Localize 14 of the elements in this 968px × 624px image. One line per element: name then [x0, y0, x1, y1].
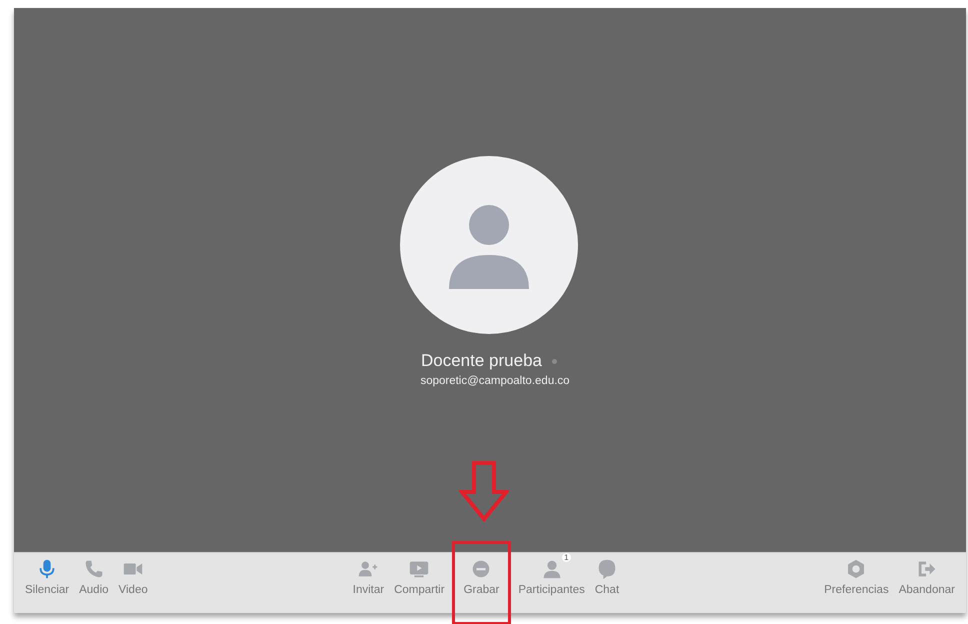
toolbar-button[interactable]: Chat	[592, 553, 622, 613]
toolbar-button[interactable]: Abandonar	[896, 553, 958, 613]
toolbar-button[interactable]: Silenciar	[22, 553, 72, 613]
count-badge: 1	[562, 553, 571, 562]
toolbar-button[interactable]: Invitar	[350, 553, 388, 613]
participant-email: soporetic@campoalto.edu.co	[420, 375, 570, 387]
toolbar-button[interactable]: 1 Participantes	[515, 553, 588, 613]
toolbar-button[interactable]: Audio	[76, 553, 112, 613]
toolbar-button[interactable]: Grabar	[452, 553, 512, 613]
toolbar-button[interactable]: Video	[116, 553, 151, 613]
toolbar-button[interactable]: Compartir	[391, 553, 448, 613]
toolbar-button[interactable]: Preferencias	[821, 553, 892, 613]
participant-name: Docente prueba	[421, 351, 542, 371]
down-arrow-annotation	[459, 460, 509, 522]
